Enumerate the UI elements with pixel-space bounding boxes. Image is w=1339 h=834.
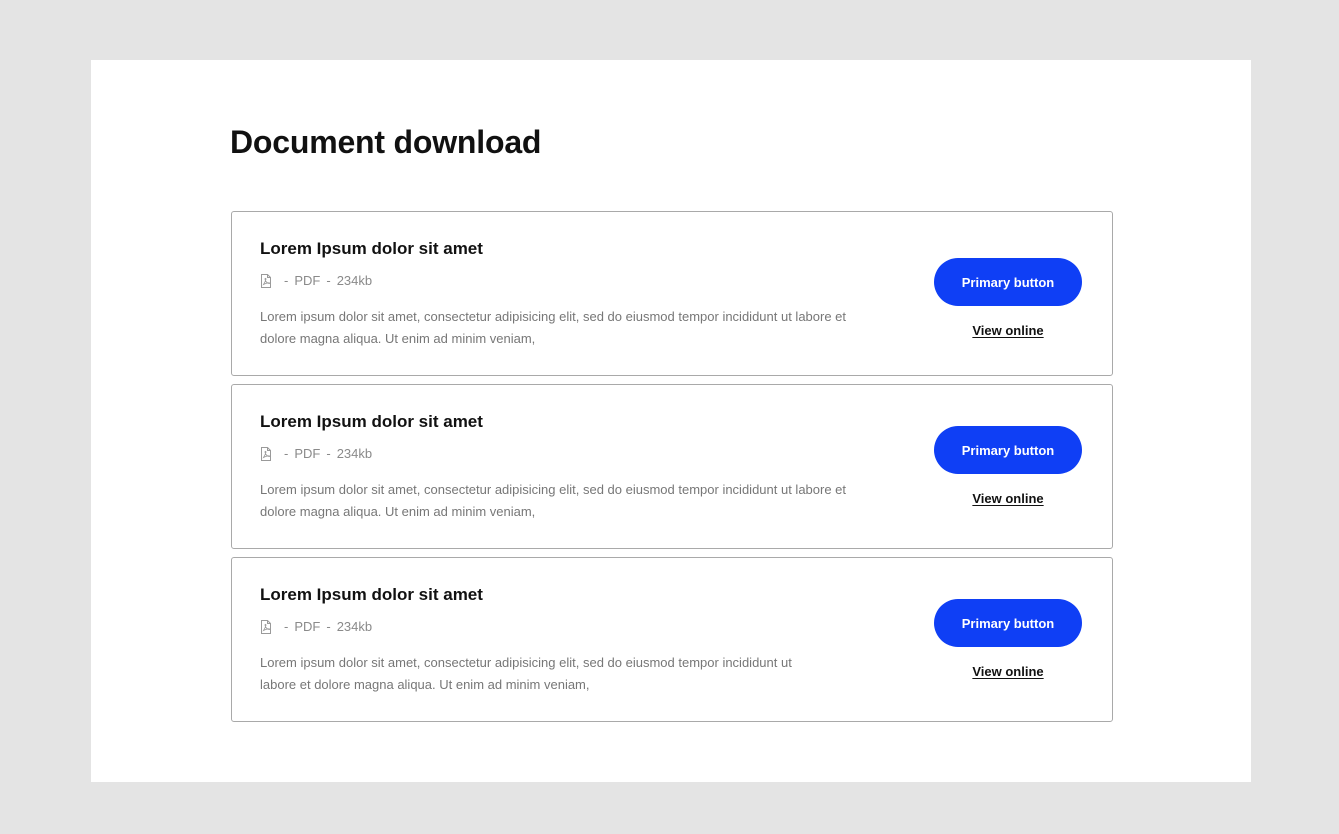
view-online-link[interactable]: View online (934, 323, 1082, 338)
file-type: PDF (294, 446, 321, 461)
meta-separator: - (284, 273, 289, 288)
file-size: 234kb (336, 619, 373, 634)
file-type: PDF (294, 619, 321, 634)
document-title: Lorem Ipsum dolor sit amet (260, 239, 483, 258)
content-panel: Document download Lorem Ipsum dolor sit … (91, 60, 1251, 782)
document-description: Lorem ipsum dolor sit amet, consectetur … (260, 309, 847, 346)
file-type: PDF (294, 273, 321, 288)
document-card: Lorem Ipsum dolor sit amet - PDF - 234kb… (231, 211, 1113, 376)
file-size: 234kb (336, 446, 373, 461)
document-list: Lorem Ipsum dolor sit amet - PDF - 234kb… (231, 211, 1113, 730)
document-description: Lorem ipsum dolor sit amet, consectetur … (260, 482, 847, 519)
view-online-link[interactable]: View online (934, 491, 1082, 506)
document-description: Lorem ipsum dolor sit amet, consectetur … (260, 655, 792, 692)
pdf-file-icon (260, 447, 272, 461)
pdf-file-icon (260, 620, 272, 634)
pdf-file-icon (260, 274, 272, 288)
document-meta: - PDF - 234kb (260, 273, 372, 289)
document-title: Lorem Ipsum dolor sit amet (260, 412, 483, 431)
file-size: 234kb (336, 273, 373, 288)
meta-separator: - (326, 446, 331, 461)
primary-button[interactable]: Primary button (934, 258, 1082, 306)
page-title: Document download (230, 124, 542, 160)
document-title: Lorem Ipsum dolor sit amet (260, 585, 483, 604)
meta-separator: - (284, 619, 289, 634)
document-meta: - PDF - 234kb (260, 446, 372, 462)
meta-separator: - (326, 619, 331, 634)
document-meta: - PDF - 234kb (260, 619, 372, 635)
view-online-link[interactable]: View online (934, 664, 1082, 679)
document-card: Lorem Ipsum dolor sit amet - PDF - 234kb… (231, 384, 1113, 549)
meta-separator: - (326, 273, 331, 288)
primary-button[interactable]: Primary button (934, 599, 1082, 647)
primary-button[interactable]: Primary button (934, 426, 1082, 474)
document-card: Lorem Ipsum dolor sit amet - PDF - 234kb… (231, 557, 1113, 722)
meta-separator: - (284, 446, 289, 461)
